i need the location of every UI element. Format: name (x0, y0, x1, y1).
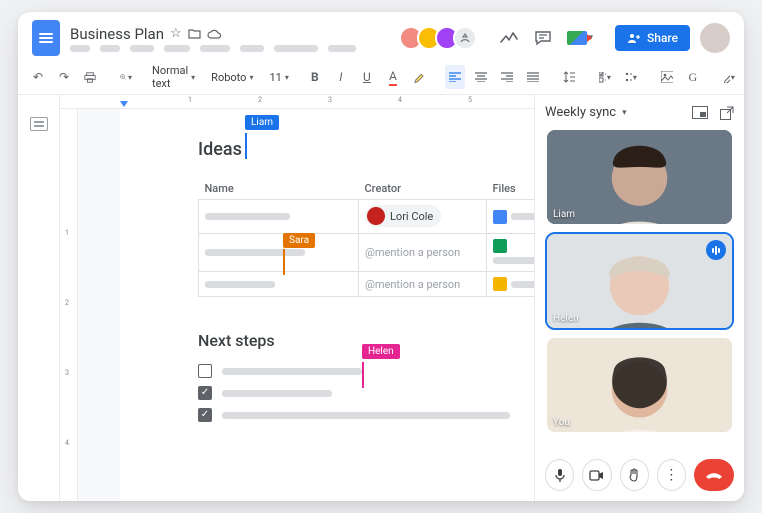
move-icon[interactable] (188, 28, 201, 39)
activity-icon[interactable] (499, 28, 519, 48)
person-chip[interactable]: Lori Cole (365, 205, 441, 227)
tile-name-label: You (553, 417, 570, 428)
document-area: 1 2 3 4 5 6 1 2 3 4 Ideas Liam (60, 95, 534, 501)
table-row[interactable]: Lori Cole (199, 200, 535, 234)
sheets-file-icon (493, 239, 507, 253)
checkbox-unchecked-icon[interactable] (198, 364, 212, 378)
camera-button[interactable] (582, 459, 611, 491)
text-color-button[interactable]: A (383, 65, 403, 89)
print-button[interactable] (80, 65, 100, 89)
tile-name-label: Helen (553, 313, 579, 324)
insert-image-button[interactable] (657, 65, 677, 89)
title-bar: Business Plan ☆ (18, 12, 744, 60)
col-header-name: Name (199, 178, 359, 200)
col-header-files: Files (487, 178, 535, 200)
raise-hand-button[interactable] (620, 459, 649, 491)
heading-ideas[interactable]: Ideas (198, 139, 242, 160)
meet-camera-icon (567, 31, 587, 45)
docs-logo-icon[interactable] (32, 20, 60, 56)
vertical-ruler[interactable]: 1 2 3 4 (60, 109, 78, 501)
collaborator-avatars[interactable] (399, 26, 477, 50)
checkbox-checked-icon[interactable] (198, 408, 212, 422)
italic-button[interactable]: I (331, 65, 351, 89)
star-icon[interactable]: ☆ (170, 26, 182, 41)
share-person-icon (627, 32, 641, 44)
cursor-flag-liam: Liam (245, 115, 279, 130)
font-size-select[interactable]: 11▾ (269, 71, 288, 84)
align-left-button[interactable] (445, 65, 465, 89)
checklist-item[interactable]: Helen (198, 364, 510, 378)
align-right-button[interactable] (497, 65, 517, 89)
slides-file-icon (493, 277, 507, 291)
insert-button[interactable]: G (683, 65, 703, 89)
video-tile[interactable]: Helen (547, 234, 732, 328)
mic-button[interactable] (545, 459, 574, 491)
share-label: Share (647, 31, 678, 45)
share-button[interactable]: Share (615, 25, 690, 51)
mention-placeholder[interactable]: @mention a person (365, 246, 460, 259)
paragraph-style-select[interactable]: Normal text▾ (152, 64, 195, 90)
editing-mode-button[interactable]: ▾ (719, 65, 739, 89)
heading-next-steps[interactable]: Next steps (198, 331, 510, 350)
meet-call-title[interactable]: Weekly sync (545, 105, 616, 120)
caret-icon[interactable]: ▾ (622, 108, 627, 118)
align-center-button[interactable] (471, 65, 491, 89)
highlight-button[interactable] (409, 65, 429, 89)
meet-button[interactable]: ▾ (567, 31, 594, 45)
font-family-select[interactable]: Roboto▾ (211, 71, 253, 84)
speaking-indicator-icon (706, 240, 726, 260)
table-row[interactable]: @mention a person (199, 272, 535, 297)
comments-icon[interactable] (533, 28, 553, 48)
line-spacing-button[interactable] (559, 65, 579, 89)
underline-button[interactable]: U (357, 65, 377, 89)
bold-button[interactable]: B (305, 65, 325, 89)
cursor-flag-sara: Sara (283, 233, 315, 248)
indent-marker-icon[interactable] (120, 101, 128, 107)
redo-button[interactable]: ↷ (54, 65, 74, 89)
horizontal-ruler[interactable]: 1 2 3 4 5 6 (60, 95, 534, 109)
video-tile[interactable]: You (547, 338, 732, 432)
document-title[interactable]: Business Plan (70, 25, 164, 43)
align-justify-button[interactable] (523, 65, 543, 89)
checklist-item[interactable] (198, 408, 510, 422)
tile-name-label: Liam (553, 209, 575, 220)
checklist-item[interactable] (198, 386, 510, 400)
docs-file-icon (493, 210, 507, 224)
pip-icon[interactable] (692, 106, 708, 120)
more-options-button[interactable]: ⋮ (657, 459, 686, 491)
menu-bar[interactable] (70, 45, 356, 52)
bulleted-list-button[interactable]: ▾ (621, 65, 641, 89)
undo-button[interactable]: ↶ (28, 65, 48, 89)
checklist[interactable]: Helen (198, 364, 510, 422)
col-header-creator: Creator (359, 178, 487, 200)
left-rail (18, 95, 60, 501)
table-row[interactable]: Sara @mention a person (199, 234, 535, 272)
formatting-toolbar: ↶ ↷ ▾ Normal text▾ Roboto▾ 11▾ B I U A ▾ (18, 60, 744, 95)
mention-placeholder[interactable]: @mention a person (365, 278, 460, 291)
popout-icon[interactable] (720, 106, 734, 120)
outline-icon[interactable] (30, 117, 48, 131)
zoom-button[interactable]: ▾ (116, 65, 136, 89)
hangup-button[interactable] (694, 459, 734, 491)
checkbox-checked-icon[interactable] (198, 386, 212, 400)
checklist-button[interactable]: ▾ (595, 65, 615, 89)
meet-controls: ⋮ (535, 449, 744, 501)
cloud-saved-icon[interactable] (207, 29, 221, 39)
ideas-table[interactable]: Name Creator Files Lori Cole (198, 178, 534, 297)
document-page[interactable]: Ideas Liam Name Creator Files (120, 109, 534, 501)
video-tile[interactable]: Liam (547, 130, 732, 224)
account-avatar[interactable] (700, 23, 730, 53)
meet-panel: Weekly sync ▾ Liam Helen (534, 95, 744, 501)
cursor-flag-helen: Helen (362, 344, 400, 359)
